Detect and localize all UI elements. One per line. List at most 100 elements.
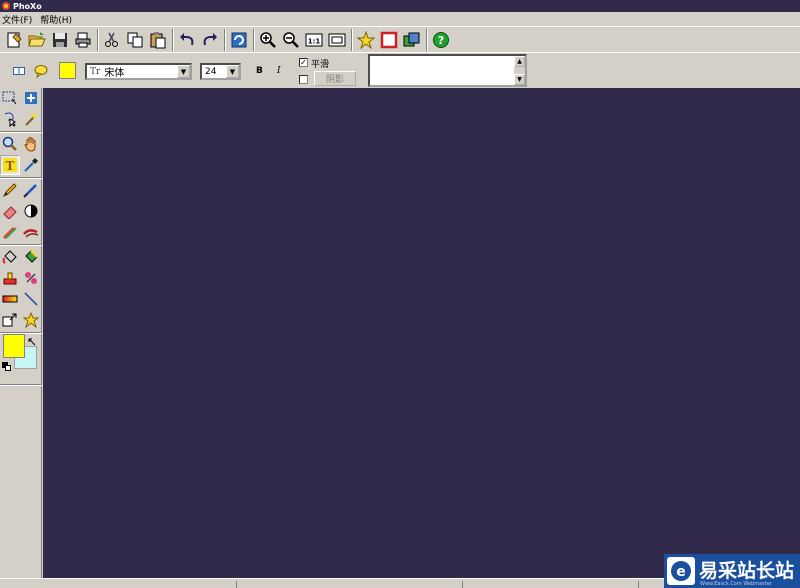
svg-text:1:1: 1:1 xyxy=(308,37,321,45)
new-file-button[interactable] xyxy=(3,29,25,51)
hand-tool[interactable] xyxy=(21,134,41,154)
rect-select-tool[interactable] xyxy=(0,88,20,108)
smooth-checkbox[interactable]: ✓ xyxy=(299,58,308,67)
eraser-icon xyxy=(3,206,17,219)
undo-button[interactable] xyxy=(176,29,198,51)
toolbar-separator xyxy=(97,28,99,51)
toolbar-separator xyxy=(351,28,353,51)
gradient-tool[interactable] xyxy=(0,289,20,309)
cut-button[interactable] xyxy=(101,29,123,51)
shadow-button[interactable]: 阴影 xyxy=(314,71,356,86)
default-colors-button[interactable] xyxy=(2,362,11,371)
zoom-tool[interactable] xyxy=(0,134,20,154)
color-replace-icon xyxy=(25,272,37,284)
eraser-tool[interactable] xyxy=(0,201,20,221)
pencil-icon xyxy=(2,183,17,198)
new-file-icon xyxy=(7,32,22,47)
font-size-select[interactable]: 24 ▼ xyxy=(200,63,241,80)
dodge-burn-tool[interactable] xyxy=(21,201,41,221)
menu-file[interactable]: 文件(F) xyxy=(0,13,38,26)
refresh-button[interactable] xyxy=(228,29,250,51)
canvas-area[interactable] xyxy=(43,88,800,578)
tool-divider xyxy=(0,384,42,386)
gradient-fill-tool[interactable] xyxy=(21,247,41,267)
color-replace-tool[interactable] xyxy=(21,268,41,288)
zoom-out-button[interactable] xyxy=(280,29,302,51)
smudge-icon xyxy=(2,226,17,240)
zoom-in-button[interactable] xyxy=(257,29,279,51)
shadow-checkbox[interactable] xyxy=(299,75,308,84)
text-scrollbar[interactable]: ▲ ▼ xyxy=(514,56,525,85)
foreground-color-swatch[interactable] xyxy=(3,334,25,358)
transform-tool[interactable] xyxy=(0,310,20,330)
svg-text:e: e xyxy=(676,564,686,580)
layers-button[interactable] xyxy=(401,29,423,51)
menu-bar: 文件(F) 帮助(H) xyxy=(0,12,800,26)
smudge-tool[interactable] xyxy=(0,222,20,242)
smooth-label: 平滑 xyxy=(311,60,330,70)
frame-icon xyxy=(380,31,398,48)
pencil-tool[interactable] xyxy=(0,180,20,200)
brush-tool[interactable] xyxy=(21,180,41,200)
rect-select-icon xyxy=(2,91,17,105)
chevron-down-icon[interactable]: ▼ xyxy=(226,65,239,78)
refresh-icon xyxy=(231,32,247,47)
gradient-icon xyxy=(2,295,18,303)
scroll-up-icon[interactable]: ▲ xyxy=(514,56,525,67)
watermark-title: 易采站长站 xyxy=(699,560,795,582)
speech-bubble-icon xyxy=(34,65,48,79)
svg-text:?: ? xyxy=(438,34,444,47)
shape-tool[interactable] xyxy=(21,310,41,330)
effect-button[interactable] xyxy=(355,29,377,51)
print-icon xyxy=(75,32,91,47)
magic-wand-tool[interactable] xyxy=(21,109,41,129)
italic-button[interactable]: I xyxy=(277,66,281,76)
font-size-value: 24 xyxy=(205,66,217,77)
actual-size-button[interactable]: 1:1 xyxy=(303,29,325,51)
menu-help[interactable]: 帮助(H) xyxy=(38,13,78,26)
chevron-down-icon[interactable]: ▼ xyxy=(177,65,190,78)
paint-bucket-icon xyxy=(2,250,17,264)
text-tool-icon: T xyxy=(3,158,17,173)
globe-e-icon: e xyxy=(671,561,691,581)
scroll-down-icon[interactable]: ▼ xyxy=(514,74,525,85)
move-tool[interactable] xyxy=(21,88,41,108)
redo-icon xyxy=(203,32,217,45)
tool-divider xyxy=(0,177,42,179)
text-mode-button[interactable] xyxy=(12,65,26,77)
print-button[interactable] xyxy=(72,29,94,51)
bold-button[interactable]: B xyxy=(256,66,263,76)
lasso-tool[interactable] xyxy=(0,109,20,129)
status-divider xyxy=(638,581,639,588)
line-icon xyxy=(24,292,38,306)
eyedropper-icon xyxy=(24,158,38,172)
redo-button[interactable] xyxy=(199,29,221,51)
text-input-area[interactable]: ▲ ▼ xyxy=(368,54,527,87)
open-file-button[interactable] xyxy=(26,29,48,51)
frame-button[interactable] xyxy=(378,29,400,51)
font-name-select[interactable]: Tr 宋体 ▼ xyxy=(85,63,192,80)
copy-icon xyxy=(127,32,143,47)
default-color-white xyxy=(5,365,11,371)
fit-window-button[interactable] xyxy=(326,29,348,51)
speech-bubble-button[interactable] xyxy=(34,64,48,79)
text-options-bar: Tr 宋体 ▼ 24 ▼ B I ✓ 平滑 阴影 ▲ ▼ xyxy=(0,52,800,88)
magnifier-icon xyxy=(2,136,17,151)
stamp-tool[interactable] xyxy=(0,268,20,288)
text-tool[interactable]: T xyxy=(0,155,20,175)
help-button[interactable]: ? xyxy=(430,29,452,51)
save-button[interactable] xyxy=(49,29,71,51)
paste-icon xyxy=(150,31,166,48)
fill-tool[interactable] xyxy=(0,247,20,267)
paste-button[interactable] xyxy=(147,29,169,51)
watermark-logo: e xyxy=(667,557,695,585)
clone-tool[interactable] xyxy=(21,222,41,242)
actual-size-icon: 1:1 xyxy=(305,33,323,46)
lasso-icon xyxy=(4,112,17,127)
swap-colors-button[interactable] xyxy=(28,336,36,346)
copy-button[interactable] xyxy=(124,29,146,51)
eyedropper-tool[interactable] xyxy=(21,155,41,175)
line-tool[interactable] xyxy=(21,289,41,309)
text-color-swatch[interactable] xyxy=(59,62,76,79)
toolbar-separator xyxy=(253,28,255,51)
